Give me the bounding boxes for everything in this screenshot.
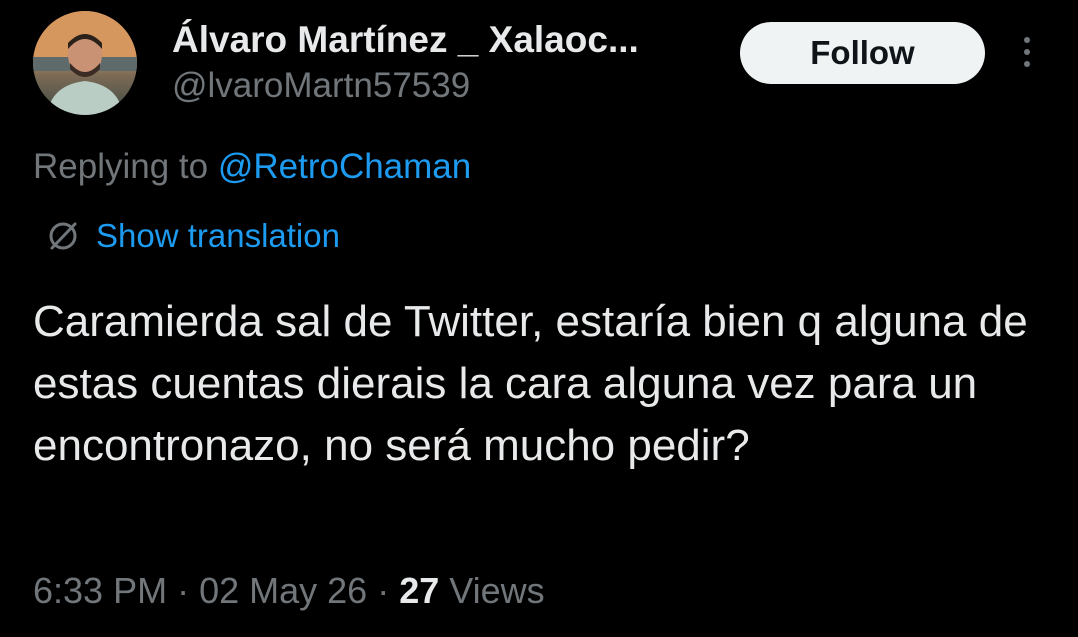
tweet-date[interactable]: 02 May 26 [199,570,367,611]
more-dot [1024,49,1030,55]
show-translation[interactable]: Show translation [46,214,340,258]
reply-mention-link[interactable]: @RetroChaman [218,147,471,186]
show-translation-label[interactable]: Show translation [96,214,340,258]
user-avatar-icon [33,11,137,115]
meta-separator: · [167,570,200,611]
more-dot [1024,61,1030,67]
avatar[interactable] [33,11,137,115]
more-dot [1024,37,1030,43]
views-label[interactable]: Views [449,570,544,611]
meta-separator: · [367,570,400,611]
user-handle[interactable]: @lvaroMartn57539 [172,64,639,108]
views-count[interactable]: 27 [399,570,439,611]
display-name[interactable]: Álvaro Martínez _ Xalaoc... [172,18,639,62]
follow-button[interactable]: Follow [740,22,985,84]
user-info: Álvaro Martínez _ Xalaoc... @lvaroMartn5… [172,18,639,108]
tweet-time[interactable]: 6:33 PM [33,570,167,611]
replying-prefix: Replying to [33,147,218,186]
tweet-card: Álvaro Martínez _ Xalaoc... @lvaroMartn5… [0,0,1078,637]
replying-to: Replying to @RetroChaman [33,145,471,189]
globe-icon [49,222,77,250]
tweet-text: Caramierda sal de Twitter, estaría bien … [33,297,1028,470]
tweet-meta: 6:33 PM · 02 May 26 · 27 Views [33,568,545,614]
more-vertical-icon[interactable] [1012,30,1042,74]
